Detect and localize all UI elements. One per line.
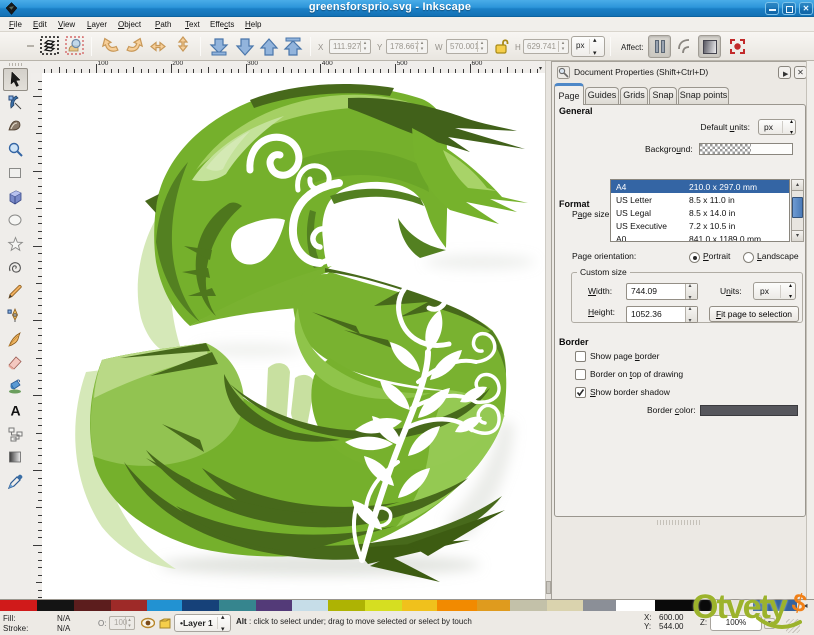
svg-text:A: A bbox=[10, 402, 20, 418]
